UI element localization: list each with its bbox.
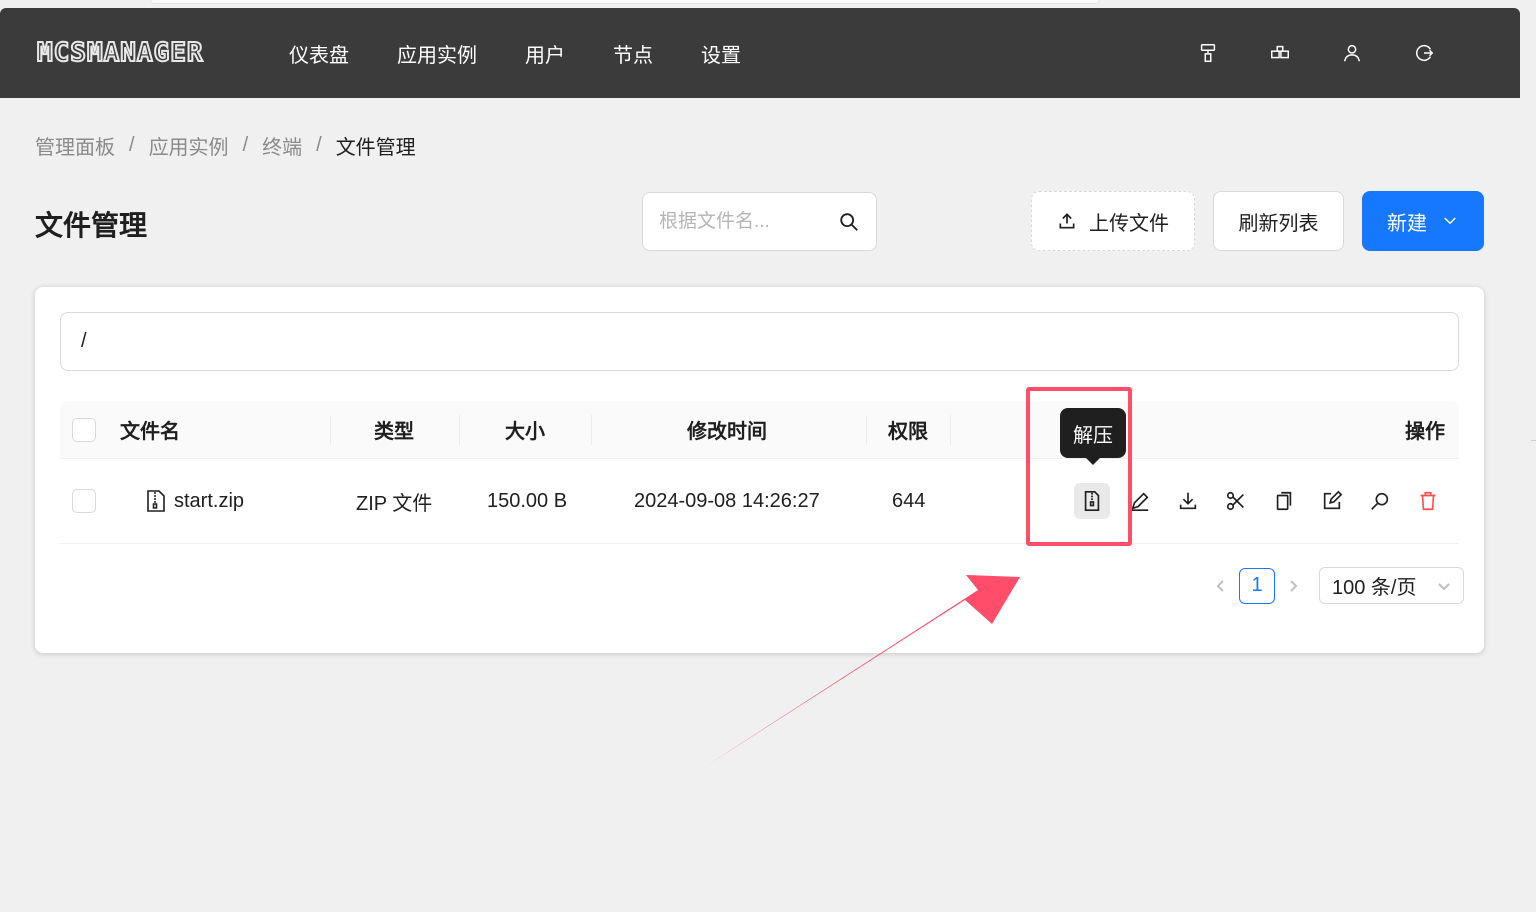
chevron-right-icon (1290, 579, 1298, 592)
view-button[interactable] (1362, 483, 1398, 519)
breadcrumb-separator: / (316, 134, 322, 156)
file-permission-cell: 644 (892, 489, 926, 512)
unzip-tooltip: 解压 (1060, 408, 1126, 465)
nodes-icon[interactable] (1244, 33, 1316, 73)
file-modified-cell: 2024-09-08 14:26:27 (634, 489, 820, 512)
page-size-select[interactable]: 100 条/页 (1319, 567, 1464, 604)
next-page-button[interactable] (1277, 570, 1309, 602)
scrollbar-mark (1531, 440, 1536, 441)
row-checkbox[interactable] (72, 489, 96, 513)
refresh-list-button[interactable]: 刷新列表 (1213, 191, 1344, 251)
zip-file-icon (147, 490, 165, 512)
copy-icon (1276, 491, 1292, 511)
breadcrumb-separator: / (242, 134, 249, 156)
upload-icon (1059, 213, 1075, 229)
pagination: 1 100 条/页 (1205, 567, 1464, 604)
file-search-input[interactable] (659, 210, 829, 233)
page-number-current[interactable]: 1 (1239, 567, 1275, 604)
column-header-permission: 权限 (888, 421, 928, 443)
cut-button[interactable] (1218, 483, 1254, 519)
download-button[interactable] (1170, 483, 1206, 519)
nav-item-dashboard[interactable]: 仪表盘 (289, 39, 349, 68)
column-divider (591, 415, 592, 445)
upload-file-label: 上传文件 (1089, 212, 1169, 235)
prev-page-button[interactable] (1205, 570, 1237, 602)
scissors-icon (1226, 491, 1244, 511)
unzip-icon (1084, 491, 1100, 511)
chevron-down-icon (1438, 582, 1450, 590)
chevron-down-icon (1444, 217, 1456, 225)
chevron-left-icon (1216, 579, 1224, 592)
table-row: start.zip ZIP 文件 150.00 B 2024-09-08 14:… (60, 459, 1459, 544)
edit-button[interactable] (1314, 483, 1350, 519)
breadcrumb-separator: / (129, 134, 135, 156)
mcsmanager-logo[interactable]: MCSMANAGER (36, 37, 247, 69)
nav-item-users[interactable]: 用户 (525, 39, 565, 68)
refresh-list-label: 刷新列表 (1238, 212, 1319, 235)
column-divider (950, 415, 951, 445)
column-header-name: 文件名 (120, 421, 180, 443)
rename-button[interactable] (1122, 483, 1158, 519)
breadcrumb-item-terminal[interactable]: 终端 (262, 131, 302, 160)
delete-button[interactable] (1410, 483, 1446, 519)
new-dropdown-button[interactable]: 新建 (1362, 191, 1484, 251)
breadcrumb-item-file-manager: 文件管理 (335, 137, 416, 159)
browser-top-strip (150, 0, 1100, 4)
edit-icon (1323, 490, 1343, 510)
select-all-checkbox[interactable] (72, 417, 96, 442)
page-title: 文件管理 (35, 210, 148, 241)
download-icon (1179, 492, 1197, 510)
logout-icon[interactable] (1388, 33, 1460, 73)
column-divider (866, 415, 867, 445)
column-header-size: 大小 (505, 421, 545, 443)
nav-item-instances[interactable]: 应用实例 (397, 39, 477, 68)
file-name-cell[interactable]: start.zip (146, 459, 244, 543)
file-type-cell: ZIP 文件 (356, 492, 433, 515)
column-header-actions: 操作 (1405, 421, 1445, 443)
page-size-value: 100 条/页 (1332, 577, 1417, 599)
main-nav: 仪表盘 应用实例 用户 节点 设置 (265, 39, 765, 68)
file-search-box (642, 192, 877, 251)
breadcrumb: 管理面板 / 应用实例 / 终端 / 文件管理 (35, 131, 416, 160)
unzip-button[interactable] (1074, 483, 1110, 519)
copy-button[interactable] (1266, 483, 1302, 519)
column-header-type: 类型 (374, 421, 414, 443)
user-icon[interactable] (1316, 33, 1388, 73)
search-icon[interactable] (838, 211, 860, 233)
nav-item-settings[interactable]: 设置 (701, 39, 741, 68)
column-divider (459, 415, 460, 445)
trash-icon (1420, 491, 1436, 511)
top-navbar: MCSMANAGER 仪表盘 应用实例 用户 节点 设置 (0, 8, 1520, 98)
table-header: 文件名 类型 大小 修改时间 权限 操作 (60, 401, 1459, 459)
column-header-modified: 修改时间 (687, 421, 767, 443)
row-actions (1074, 459, 1458, 543)
current-path-field[interactable]: / (60, 312, 1459, 371)
file-list-card: / 文件名 类型 大小 修改时间 权限 操作 start.zip ZIP 文件 … (35, 287, 1484, 653)
file-size-cell: 150.00 B (487, 489, 568, 512)
breadcrumb-item-panel[interactable]: 管理面板 (35, 131, 115, 160)
file-name-text: start.zip (174, 489, 245, 512)
breadcrumb-item-instances[interactable]: 应用实例 (149, 131, 229, 160)
pencil-icon (1131, 492, 1149, 511)
magnifier-icon (1371, 492, 1389, 510)
new-button-label: 新建 (1387, 212, 1427, 235)
column-divider (330, 415, 331, 445)
brush-icon[interactable] (1172, 33, 1244, 73)
upload-file-button[interactable]: 上传文件 (1031, 191, 1195, 251)
nav-icon-group (1172, 8, 1460, 98)
nav-item-nodes[interactable]: 节点 (613, 39, 653, 68)
